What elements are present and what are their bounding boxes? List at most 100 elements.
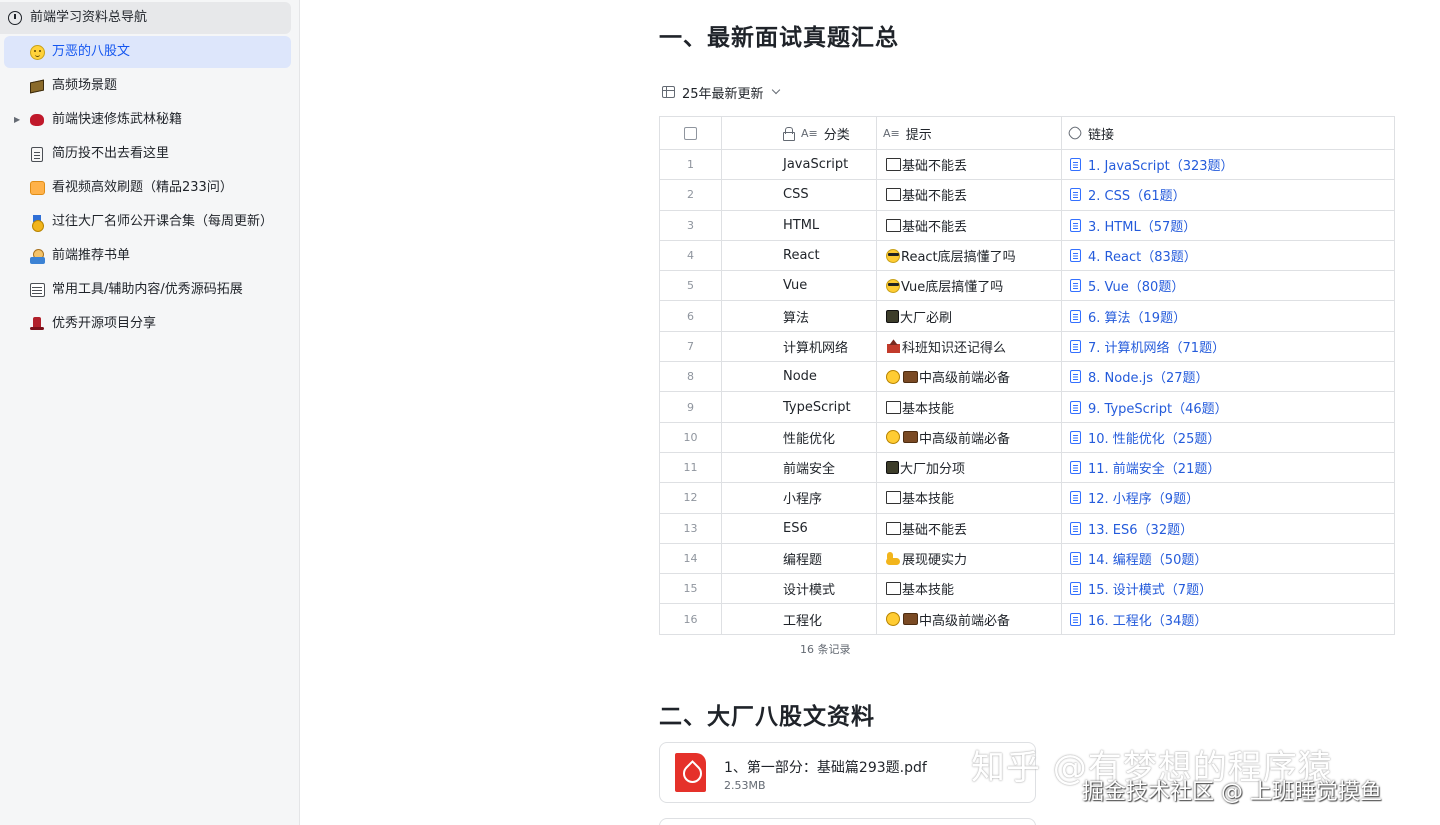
doc-link[interactable]: 10. 性能优化（25题） (1088, 428, 1220, 447)
table-row[interactable]: 4 React React底层搞懂了吗 4. React（83题） (660, 240, 1395, 272)
hint-cell[interactable]: 基本技能 (877, 574, 1062, 604)
box-icon (28, 77, 46, 95)
doc-link[interactable]: 1. JavaScript（323题） (1088, 155, 1234, 174)
category-cell[interactable]: 工程化 (722, 604, 877, 634)
view-switcher[interactable]: 25年最新更新 (662, 82, 780, 102)
hint-cell[interactable]: 大厂必刷 (877, 301, 1062, 331)
category-cell[interactable]: React (722, 240, 877, 271)
hint-cell[interactable]: 基础不能丢 (877, 210, 1062, 240)
doc-link[interactable]: 4. React（83题） (1088, 246, 1197, 265)
category-cell[interactable]: Vue (722, 271, 877, 301)
table-row[interactable]: 9 TypeScript 基本技能 9. TypeScript（46题） (660, 392, 1395, 423)
chevron-down-icon (771, 85, 780, 95)
doc-link[interactable]: 15. 设计模式（7题） (1088, 579, 1212, 598)
table-row[interactable]: 15 设计模式 基本技能 15. 设计模式（7题） (660, 574, 1395, 605)
category-cell[interactable]: 小程序 (722, 483, 877, 513)
book-icon (886, 188, 901, 202)
category-cell[interactable]: Node (722, 362, 877, 392)
category-cell[interactable]: ES6 (722, 513, 877, 543)
table-row[interactable]: 7 计算机网络 科班知识还记得么 7. 计算机网络（71题） (660, 331, 1395, 363)
link-cell[interactable]: 1. JavaScript（323题） (1062, 150, 1395, 180)
category-cell[interactable]: JavaScript (722, 150, 877, 180)
select-all-checkbox[interactable] (684, 126, 697, 140)
sidebar-item[interactable]: 看视频高效刷题（精品233问） (4, 172, 291, 204)
link-cell[interactable]: 6. 算法（19题） (1062, 301, 1395, 331)
category-cell[interactable]: TypeScript (722, 392, 877, 422)
table-row[interactable]: 13 ES6 基础不能丢 13. ES6（32题） (660, 513, 1395, 544)
doc-link[interactable]: 3. HTML（57题） (1088, 216, 1196, 235)
category-cell[interactable]: 编程题 (722, 543, 877, 574)
table-row[interactable]: 8 Node 中高级前端必备 8. Node.js（27题） (660, 362, 1395, 393)
doc-link[interactable]: 14. 编程题（50题） (1088, 549, 1207, 568)
sidebar-root-item[interactable]: 前端学习资料总导航 (0, 2, 291, 34)
doc-link[interactable]: 7. 计算机网络（71题） (1088, 337, 1225, 356)
link-cell[interactable]: 10. 性能优化（25题） (1062, 422, 1395, 452)
hint-cell[interactable]: 基础不能丢 (877, 150, 1062, 180)
category-cell[interactable]: 设计模式 (722, 574, 877, 604)
category-cell[interactable]: 性能优化 (722, 422, 877, 452)
doc-link[interactable]: 2. CSS（61题） (1088, 185, 1186, 204)
table-row[interactable]: 12 小程序 基本技能 12. 小程序（9题） (660, 483, 1395, 514)
doc-link[interactable]: 11. 前端安全（21题） (1088, 458, 1220, 477)
hint-cell[interactable]: 基础不能丢 (877, 513, 1062, 543)
table-row[interactable]: 2 CSS 基础不能丢 2. CSS（61题） (660, 180, 1395, 211)
table-row[interactable]: 5 Vue Vue底层搞懂了吗 5. Vue（80题） (660, 271, 1395, 302)
hint-cell[interactable]: Vue底层搞懂了吗 (877, 271, 1062, 301)
doc-link[interactable]: 13. ES6（32题） (1088, 519, 1193, 538)
header-hint[interactable]: A≡ 提示 (877, 117, 1062, 149)
link-cell[interactable]: 9. TypeScript（46题） (1062, 392, 1395, 422)
doc-link[interactable]: 16. 工程化（34题） (1088, 610, 1207, 629)
link-cell[interactable]: 8. Node.js（27题） (1062, 362, 1395, 392)
doc-link[interactable]: 6. 算法（19题） (1088, 307, 1186, 326)
hint-cell[interactable]: 基本技能 (877, 483, 1062, 513)
hint-cell[interactable]: 基本技能 (877, 392, 1062, 422)
sidebar-item[interactable]: 常用工具/辅助内容/优秀源码拓展 (4, 274, 291, 306)
expand-arrow-icon[interactable]: ▶ (14, 114, 24, 126)
link-cell[interactable]: 2. CSS（61题） (1062, 180, 1395, 210)
link-cell[interactable]: 12. 小程序（9题） (1062, 483, 1395, 513)
sidebar-item[interactable]: 简历投不出去看这里 (4, 138, 291, 170)
hint-cell[interactable]: 基础不能丢 (877, 180, 1062, 210)
sidebar-item[interactable]: 万恶的八股文 (4, 36, 291, 68)
table-row[interactable]: 14 编程题 展现硬实力 14. 编程题（50题） (660, 543, 1395, 575)
link-cell[interactable]: 7. 计算机网络（71题） (1062, 331, 1395, 362)
hint-cell[interactable]: 中高级前端必备 (877, 422, 1062, 452)
link-cell[interactable]: 15. 设计模式（7题） (1062, 574, 1395, 604)
link-cell[interactable]: 16. 工程化（34题） (1062, 604, 1395, 634)
header-link[interactable]: 链接 (1062, 117, 1395, 149)
hint-cell[interactable]: 中高级前端必备 (877, 362, 1062, 392)
table-row[interactable]: 10 性能优化 中高级前端必备 10. 性能优化（25题） (660, 422, 1395, 453)
link-cell[interactable]: 3. HTML（57题） (1062, 210, 1395, 240)
table-row[interactable]: 16 工程化 中高级前端必备 16. 工程化（34题） (660, 604, 1395, 635)
sidebar-item[interactable]: 优秀开源项目分享 (4, 308, 291, 340)
doc-link[interactable]: 12. 小程序（9题） (1088, 488, 1199, 507)
hint-cell[interactable]: 中高级前端必备 (877, 604, 1062, 634)
header-category[interactable]: A≡ 分类 (722, 117, 877, 149)
doc-link[interactable]: 8. Node.js（27题） (1088, 367, 1209, 386)
file-card[interactable] (659, 818, 1036, 825)
table-row[interactable]: 6 算法 大厂必刷 6. 算法（19题） (660, 301, 1395, 332)
category-cell[interactable]: 算法 (722, 301, 877, 331)
link-cell[interactable]: 14. 编程题（50题） (1062, 543, 1395, 574)
table-row[interactable]: 1 JavaScript 基础不能丢 1. JavaScript（323题） (660, 150, 1395, 181)
link-cell[interactable]: 13. ES6（32题） (1062, 513, 1395, 543)
hint-cell[interactable]: React底层搞懂了吗 (877, 240, 1062, 271)
link-cell[interactable]: 4. React（83题） (1062, 240, 1395, 271)
doc-link[interactable]: 5. Vue（80题） (1088, 276, 1184, 295)
table-row[interactable]: 3 HTML 基础不能丢 3. HTML（57题） (660, 210, 1395, 241)
table-row[interactable]: 11 前端安全 大厂加分项 11. 前端安全（21题） (660, 452, 1395, 484)
sidebar-item[interactable]: 前端推荐书单 (4, 240, 291, 272)
sidebar-item[interactable]: ▶ 前端快速修炼武林秘籍 (4, 104, 291, 136)
category-cell[interactable]: 计算机网络 (722, 331, 877, 362)
sidebar-item[interactable]: 过往大厂名师公开课合集（每周更新） (4, 206, 291, 238)
hint-cell[interactable]: 大厂加分项 (877, 452, 1062, 483)
category-cell[interactable]: HTML (722, 210, 877, 240)
category-cell[interactable]: 前端安全 (722, 452, 877, 483)
hint-cell[interactable]: 科班知识还记得么 (877, 331, 1062, 362)
category-cell[interactable]: CSS (722, 180, 877, 210)
link-cell[interactable]: 5. Vue（80题） (1062, 271, 1395, 301)
doc-link[interactable]: 9. TypeScript（46题） (1088, 398, 1228, 417)
hint-cell[interactable]: 展现硬实力 (877, 543, 1062, 574)
link-cell[interactable]: 11. 前端安全（21题） (1062, 452, 1395, 483)
sidebar-item[interactable]: 高频场景题 (4, 70, 291, 102)
